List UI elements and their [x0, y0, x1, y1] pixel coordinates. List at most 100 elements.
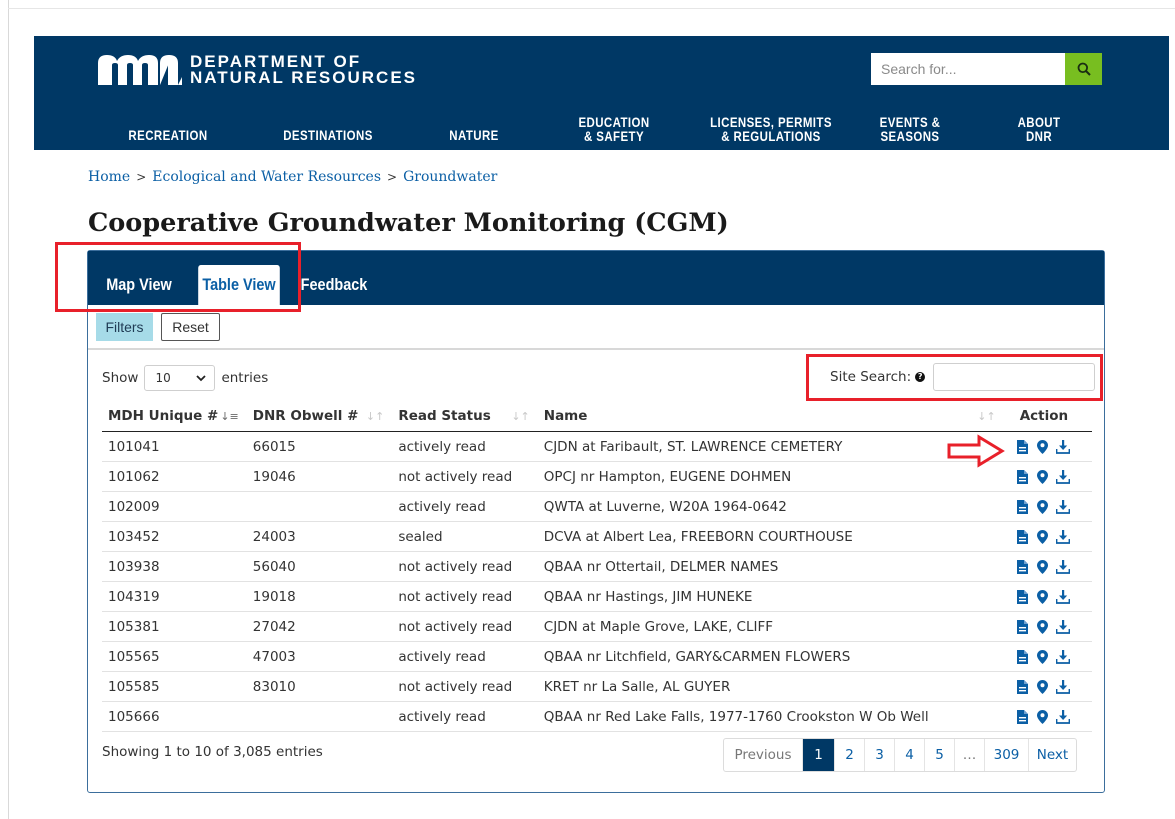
page-309[interactable]: 309: [984, 739, 1028, 771]
file-icon[interactable]: [1016, 529, 1030, 544]
file-icon[interactable]: [1016, 559, 1030, 574]
nav-education-safety[interactable]: EDUCATION & SAFETY: [565, 115, 663, 143]
sort-icon: ↓↑: [365, 410, 385, 423]
site-search-button[interactable]: [1065, 53, 1102, 85]
cell-read-status: not actively read: [392, 581, 538, 612]
cell-read-status: actively read: [392, 701, 538, 732]
cell-mdh-unique: 105565: [102, 641, 247, 672]
page-5[interactable]: 5: [924, 739, 954, 771]
page-3[interactable]: 3: [864, 739, 894, 771]
site-search-input[interactable]: [871, 53, 1065, 85]
page-1[interactable]: 1: [802, 739, 834, 771]
download-icon[interactable]: [1055, 679, 1070, 694]
download-icon[interactable]: [1055, 619, 1070, 634]
cell-dnr-obwell: [246, 491, 393, 522]
download-icon[interactable]: [1055, 499, 1070, 514]
window-edge: [8, 0, 9, 819]
wells-table: MDH Unique # ↓≡ DNR Obwell # ↓↑ Read Statu…: [102, 401, 1092, 732]
entries-select-value: 10: [155, 371, 171, 385]
nav-about-dnr[interactable]: ABOUT DNR: [1010, 115, 1067, 143]
table-row: 104319 19018 not actively read QBAA nr Hast…: [102, 581, 1092, 612]
site-search: [871, 53, 1102, 85]
cell-mdh-unique: 105381: [102, 611, 247, 642]
cell-name: DCVA at Albert Lea, FREEBORN COURTHOUSE: [537, 521, 1004, 552]
map-marker-icon[interactable]: [1036, 709, 1050, 724]
page-4[interactable]: 4: [894, 739, 924, 771]
map-marker-icon[interactable]: [1036, 679, 1050, 694]
row-actions: [1010, 469, 1086, 484]
file-icon[interactable]: [1016, 649, 1030, 664]
map-marker-icon[interactable]: [1036, 559, 1050, 574]
nav-licenses-permits[interactable]: LICENSES, PERMITS & REGULATIONS: [701, 115, 840, 143]
table-row: 105565 47003 actively read QBAA nr Litchfie…: [102, 641, 1092, 672]
logo-line-2: NATURAL RESOURCES: [190, 68, 417, 87]
page-2[interactable]: 2: [834, 739, 864, 771]
cell-actions: [1003, 461, 1092, 492]
page-next[interactable]: Next: [1028, 739, 1076, 771]
nav-destinations[interactable]: DESTINATIONS: [276, 128, 381, 142]
breadcrumb-home[interactable]: Home: [88, 169, 130, 185]
download-icon[interactable]: [1055, 529, 1070, 544]
col-dnr-obwell[interactable]: DNR Obwell # ↓↑: [246, 401, 393, 432]
map-marker-icon[interactable]: [1036, 589, 1050, 604]
row-actions: [1010, 439, 1086, 454]
logo-wordmark: DEPARTMENT OF NATURAL RESOURCES: [190, 53, 417, 87]
nav-nature[interactable]: NATURE: [441, 128, 507, 142]
download-icon[interactable]: [1055, 559, 1070, 574]
col-read-status[interactable]: Read Status ↓↑: [392, 401, 538, 432]
cell-name: CJDN at Faribault, ST. LAWRENCE CEMETERY: [537, 431, 1004, 462]
mn-logo-mark-icon: [98, 55, 182, 85]
cell-read-status: actively read: [392, 641, 538, 672]
cell-mdh-unique: 105666: [102, 701, 247, 732]
col-mdh-unique[interactable]: MDH Unique # ↓≡: [102, 401, 247, 432]
file-icon[interactable]: [1016, 679, 1030, 694]
breadcrumb-groundwater[interactable]: Groundwater: [403, 169, 497, 185]
row-actions: [1010, 619, 1086, 634]
col-name[interactable]: Name ↓↑: [537, 401, 1004, 432]
map-marker-icon[interactable]: [1036, 619, 1050, 634]
table-header-row: MDH Unique # ↓≡ DNR Obwell # ↓↑ Read Statu…: [102, 401, 1092, 432]
sort-icon: ↓↑: [977, 410, 996, 423]
reset-button[interactable]: Reset: [161, 313, 220, 341]
cell-dnr-obwell: 19018: [246, 581, 393, 612]
download-icon[interactable]: [1055, 469, 1070, 484]
file-icon[interactable]: [1016, 709, 1030, 724]
download-icon[interactable]: [1055, 709, 1070, 724]
file-icon[interactable]: [1016, 499, 1030, 514]
col-action-label: Action: [1019, 408, 1069, 424]
cell-actions: [1003, 701, 1092, 732]
map-marker-icon[interactable]: [1036, 439, 1050, 454]
pagination: Previous 1 2 3 4 5 … 309 Next: [723, 738, 1077, 772]
cell-dnr-obwell: 83010: [246, 671, 393, 702]
file-icon[interactable]: [1016, 439, 1030, 454]
file-icon[interactable]: [1016, 589, 1030, 604]
tab-feedback[interactable]: Feedback: [300, 265, 368, 305]
cell-mdh-unique: 103452: [102, 521, 247, 552]
breadcrumb-separator: >: [136, 170, 147, 184]
file-icon[interactable]: [1016, 619, 1030, 634]
cell-name: CJDN at Maple Grove, LAKE, CLIFF: [537, 611, 1004, 642]
download-icon[interactable]: [1055, 649, 1070, 664]
entries-select[interactable]: 10: [144, 365, 216, 391]
map-marker-icon[interactable]: [1036, 469, 1050, 484]
page-previous[interactable]: Previous: [724, 739, 802, 771]
breadcrumb-ecological-water[interactable]: Ecological and Water Resources: [152, 169, 381, 185]
download-icon[interactable]: [1055, 589, 1070, 604]
cell-mdh-unique: 104319: [102, 581, 247, 612]
entries-length: Show 10 entries: [102, 365, 268, 391]
map-marker-icon[interactable]: [1036, 529, 1050, 544]
map-marker-icon[interactable]: [1036, 649, 1050, 664]
dnr-logo[interactable]: DEPARTMENT OF NATURAL RESOURCES: [98, 53, 417, 87]
cell-name: KRET nr La Salle, AL GUYER: [537, 671, 1004, 702]
cell-name: QBAA nr Litchfield, GARY&CARMEN FLOWERS: [537, 641, 1004, 672]
cell-read-status: not actively read: [392, 671, 538, 702]
cell-mdh-unique: 101041: [102, 431, 247, 462]
filters-button[interactable]: Filters: [96, 313, 153, 341]
row-actions: [1010, 679, 1086, 694]
table-row: 101041 66015 actively read CJDN at Faribaul…: [102, 431, 1092, 462]
map-marker-icon[interactable]: [1036, 499, 1050, 514]
download-icon[interactable]: [1055, 439, 1070, 454]
file-icon[interactable]: [1016, 469, 1030, 484]
nav-recreation[interactable]: RECREATION: [122, 128, 214, 142]
nav-events-seasons[interactable]: EVENTS & SEASONS: [869, 115, 951, 143]
